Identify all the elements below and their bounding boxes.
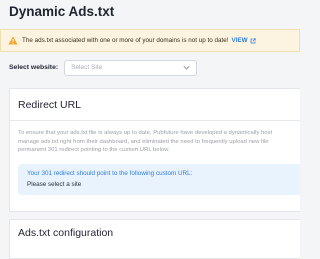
page-title: Dynamic Ads.txt [9, 4, 115, 19]
redirect-url-title: Redirect URL [18, 99, 82, 111]
warning-icon [8, 36, 18, 45]
outdated-ads-txt-alert: The ads.txt associated with one or more … [0, 29, 300, 52]
ads-txt-configuration-card: Ads.txt configuration [9, 219, 300, 259]
alert-message: The ads.txt associated with one or more … [22, 37, 229, 44]
website-select[interactable]: Select Site [64, 59, 198, 76]
website-select-placeholder: Select Site [71, 64, 103, 71]
custom-url-value: Please select a site [27, 180, 82, 188]
website-selector-row: Select website: Select Site [9, 59, 198, 76]
view-link[interactable]: VIEW [232, 37, 248, 44]
description-line: permanent 301 redirect pointing to the c… [18, 147, 170, 154]
external-link-icon[interactable] [250, 37, 256, 44]
divider [10, 120, 300, 121]
select-website-label: Select website: [9, 64, 59, 71]
description-line: manage ads.txt right from their dashboar… [18, 138, 269, 145]
ads-txt-configuration-title: Ads.txt configuration [18, 227, 114, 239]
redirect-description: To ensure that your ads.txt file is alwa… [18, 129, 300, 155]
custom-url-info-box: Your 301 redirect should point to the fo… [18, 163, 300, 195]
redirect-url-card: Redirect URL To ensure that your ads.txt… [9, 88, 300, 212]
custom-url-info-title: Your 301 redirect should point to the fo… [27, 169, 193, 177]
description-line: To ensure that your ads.txt file is alwa… [18, 130, 273, 136]
chevron-down-icon [183, 65, 190, 70]
